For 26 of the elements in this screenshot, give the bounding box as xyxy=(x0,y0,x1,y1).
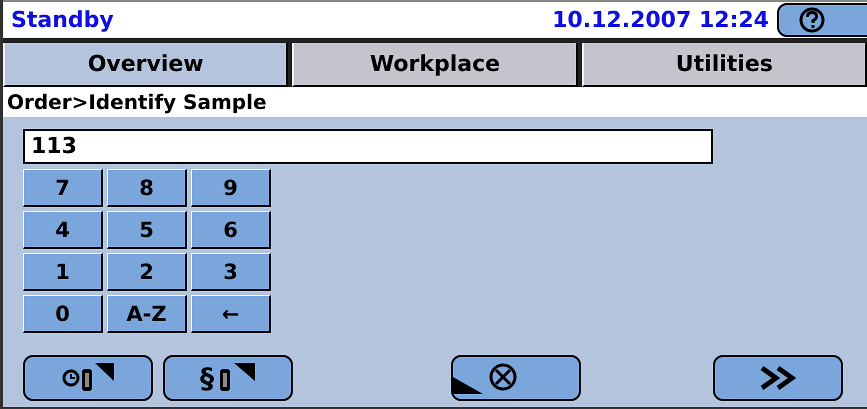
breadcrumb: Order>Identify Sample xyxy=(3,87,867,117)
keypad-key[interactable]: 1 xyxy=(23,253,103,291)
keypad-key[interactable]: 8 xyxy=(107,169,187,207)
help-icon xyxy=(797,7,827,33)
keypad-key[interactable]: A-Z xyxy=(107,295,187,333)
keypad-key[interactable]: 2 xyxy=(107,253,187,291)
help-button[interactable] xyxy=(777,3,867,37)
tab[interactable]: Workplace xyxy=(292,43,578,87)
keypad-key[interactable]: 7 xyxy=(23,169,103,207)
date-time: 10.12.2007 12:24 xyxy=(552,8,769,32)
status-text: Standby xyxy=(10,8,115,32)
keypad-key[interactable]: 0 xyxy=(23,295,103,333)
tab[interactable]: Overview xyxy=(3,43,288,87)
double-chevron-icon xyxy=(758,365,798,391)
next-button[interactable] xyxy=(713,355,843,401)
input-field[interactable]: 113 xyxy=(23,129,713,164)
keypad-key[interactable]: ← xyxy=(191,295,271,333)
keypad-key[interactable]: 5 xyxy=(107,211,187,249)
keypad-key[interactable]: 3 xyxy=(191,253,271,291)
cancel-button[interactable] xyxy=(451,355,581,401)
tab[interactable]: Utilities xyxy=(582,43,867,87)
timed-sample-button[interactable] xyxy=(23,355,153,401)
keypad-key[interactable]: 6 xyxy=(191,211,271,249)
keypad-key[interactable]: 9 xyxy=(191,169,271,207)
keypad-key[interactable]: 4 xyxy=(23,211,103,249)
section-sample-button[interactable]: § xyxy=(163,355,293,401)
